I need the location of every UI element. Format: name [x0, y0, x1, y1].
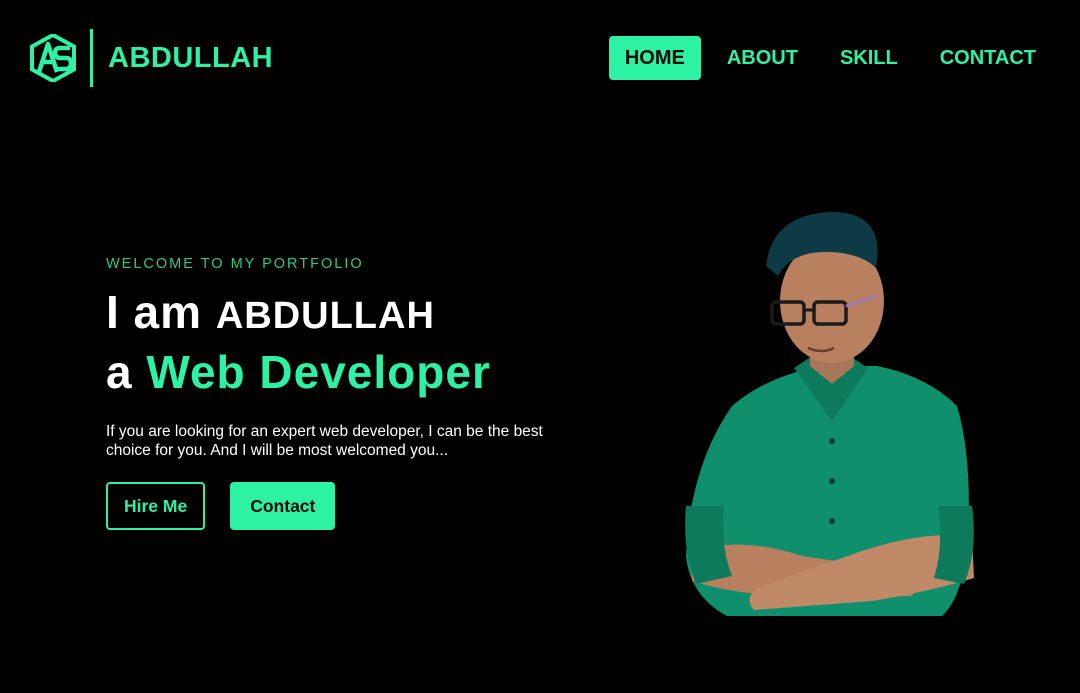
headline-prefix-2: a [106, 346, 133, 398]
headline-line-1: I am ABDULLAH [106, 284, 626, 344]
brand-name: ABDULLAH [108, 41, 274, 74]
portfolio-page: ABDULLAH HOME ABOUT SKILL CONTACT WELCOM… [0, 0, 1080, 693]
site-header: ABDULLAH HOME ABOUT SKILL CONTACT [0, 0, 1080, 116]
hero-section: WELCOME TO MY PORTFOLIO I am ABDULLAH a … [106, 256, 626, 530]
contact-button[interactable]: Contact [230, 482, 336, 530]
brand-logo-link[interactable]: ABDULLAH [30, 28, 273, 88]
as-monogram-logo-icon [30, 34, 76, 82]
nav-skill[interactable]: SKILL [824, 36, 914, 80]
headline-prefix-1: I am [106, 286, 203, 338]
cta-row: Hire Me Contact [106, 482, 626, 530]
nav-about[interactable]: ABOUT [711, 36, 814, 80]
headline-name: ABDULLAH [215, 295, 435, 337]
hero-intro: If you are looking for an expert web dev… [106, 423, 543, 459]
hire-me-button[interactable]: Hire Me [106, 482, 206, 530]
headline-role: Web Developer [146, 346, 491, 398]
headline-line-2: a Web Developer [106, 344, 626, 400]
main-nav: HOME ABOUT SKILL CONTACT [599, 36, 1052, 80]
nav-home[interactable]: HOME [608, 36, 701, 80]
nav-contact[interactable]: CONTACT [924, 36, 1052, 80]
person-portrait-image [685, 212, 974, 616]
hero-eyebrow: WELCOME TO MY PORTFOLIO [106, 256, 364, 272]
hero-headline: I am ABDULLAH a Web Developer [106, 284, 626, 400]
logo-divider [90, 29, 93, 87]
